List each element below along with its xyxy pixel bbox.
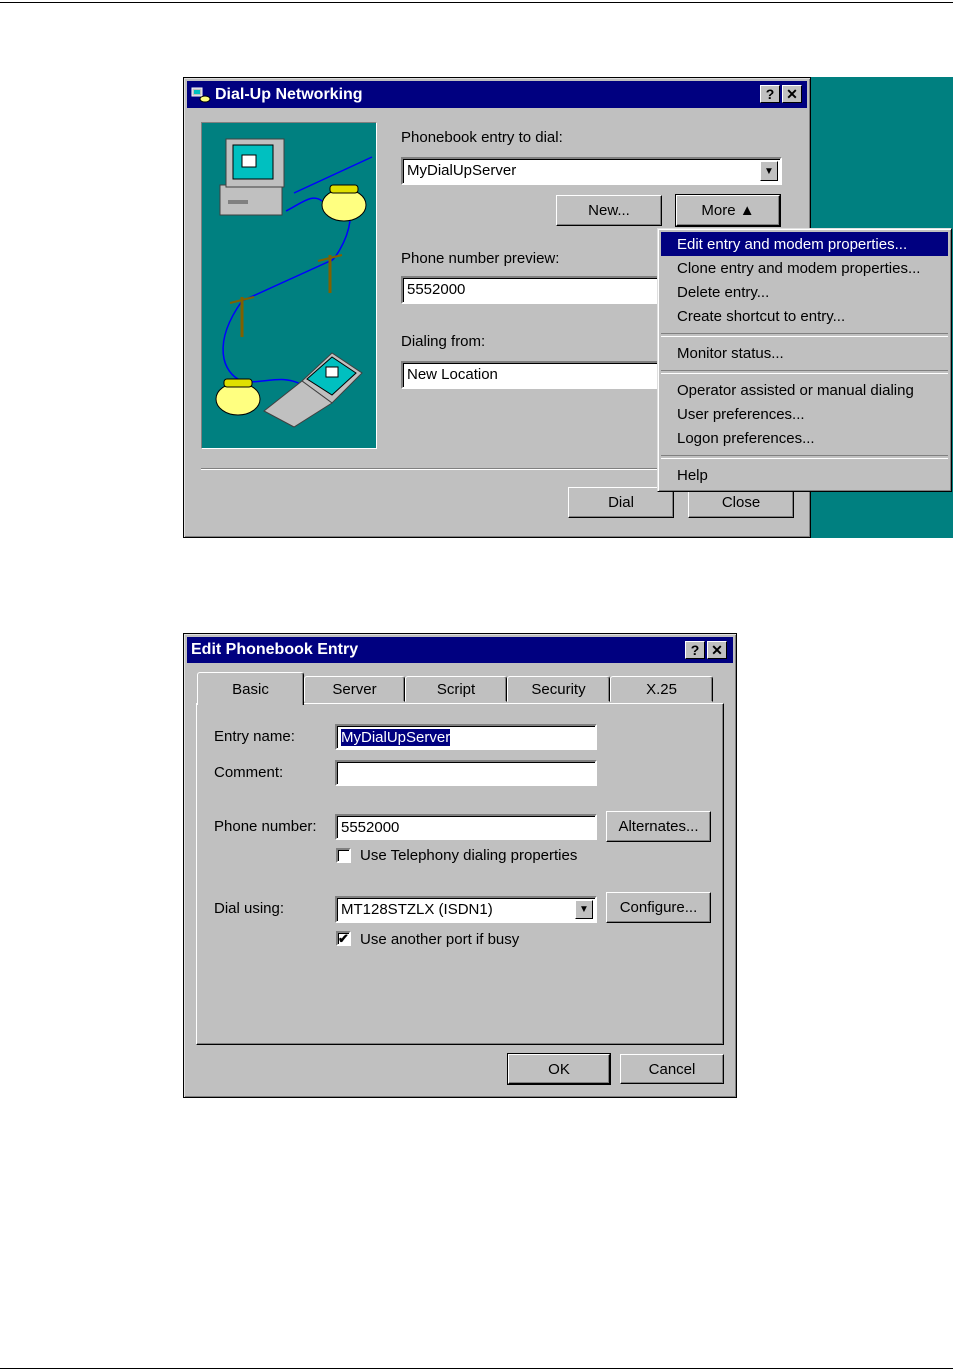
- menu-item-clone-entry[interactable]: Clone entry and modem properties...: [661, 256, 948, 280]
- menu-separator: [661, 455, 948, 459]
- tab-server[interactable]: Server: [304, 676, 405, 702]
- new-entry-button[interactable]: New...: [556, 195, 662, 226]
- dialup-window-title: Dial-Up Networking: [215, 85, 363, 103]
- entry-name-field[interactable]: MyDialUpServer: [335, 724, 597, 750]
- dialing-from-field[interactable]: New Location: [401, 361, 661, 389]
- dialup-help-button[interactable]: ?: [760, 85, 780, 103]
- edit-entry-title-bar[interactable]: Edit Phonebook Entry ? ✕: [187, 637, 733, 663]
- edit-entry-close-button[interactable]: ✕: [707, 641, 727, 659]
- another-port-checkbox-label[interactable]: Use another port if busy: [360, 931, 519, 948]
- dial-using-label: Dial using:: [214, 900, 285, 917]
- bottom-telephone-icon: [215, 378, 261, 416]
- menu-separator: [661, 333, 948, 337]
- alternates-button[interactable]: Alternates...: [606, 811, 711, 842]
- phonebook-entry-dropdown[interactable]: MyDialUpServer ▼: [401, 157, 782, 185]
- menu-item-help[interactable]: Help: [661, 463, 948, 487]
- another-port-checkbox[interactable]: ✔: [336, 931, 351, 946]
- menu-item-edit-entry[interactable]: Edit entry and modem properties...: [661, 232, 948, 256]
- entry-name-label: Entry name:: [214, 728, 295, 745]
- top-telephone-icon: [321, 184, 367, 222]
- phonebook-entry-value: MyDialUpServer: [407, 162, 517, 179]
- dialing-from-label: Dialing from:: [401, 333, 486, 350]
- edit-entry-window-title: Edit Phonebook Entry: [191, 641, 359, 658]
- menu-item-delete-entry[interactable]: Delete entry...: [661, 280, 948, 304]
- configure-button[interactable]: Configure...: [606, 892, 711, 923]
- menu-item-operator-assisted[interactable]: Operator assisted or manual dialing: [661, 378, 948, 402]
- phonebook-entry-label: Phonebook entry to dial:: [401, 129, 563, 146]
- tab-x25[interactable]: X.25: [610, 676, 713, 702]
- ok-button[interactable]: OK: [507, 1053, 611, 1085]
- dialup-title-bar[interactable]: Dial-Up Networking ? ✕: [187, 81, 807, 108]
- phone-preview-field[interactable]: 5552000: [401, 276, 661, 304]
- dial-using-dropdown[interactable]: MT128STZLX (ISDN1) ▼: [335, 896, 597, 923]
- tab-script[interactable]: Script: [405, 676, 507, 702]
- tab-panel-basic: [196, 703, 724, 1045]
- desktop-computer-icon: [219, 138, 285, 216]
- menu-item-create-shortcut[interactable]: Create shortcut to entry...: [661, 304, 948, 328]
- chevron-down-icon[interactable]: ▼: [575, 900, 593, 919]
- menu-item-logon-preferences[interactable]: Logon preferences...: [661, 426, 948, 450]
- phone-number-field[interactable]: 5552000: [335, 814, 597, 840]
- phone-number-label: Phone number:: [214, 818, 317, 835]
- cancel-button[interactable]: Cancel: [620, 1054, 724, 1084]
- menu-separator: [661, 370, 948, 374]
- edit-entry-help-button[interactable]: ?: [685, 641, 705, 659]
- telephony-checkbox[interactable]: [336, 848, 351, 863]
- phone-preview-label: Phone number preview:: [401, 250, 560, 267]
- network-illustration: [201, 122, 377, 449]
- entry-name-value: MyDialUpServer: [341, 729, 451, 746]
- more-button[interactable]: More ▲: [675, 194, 781, 227]
- menu-item-user-preferences[interactable]: User preferences...: [661, 402, 948, 426]
- chevron-down-icon[interactable]: ▼: [760, 161, 778, 181]
- page-bottom-rule: [0, 1368, 953, 1369]
- comment-label: Comment:: [214, 764, 284, 781]
- page-top-rule: [0, 2, 953, 3]
- laptop-computer-icon: [263, 352, 363, 428]
- dial-using-value: MT128STZLX (ISDN1): [341, 901, 493, 918]
- telephony-checkbox-label[interactable]: Use Telephony dialing properties: [360, 847, 577, 864]
- tab-security[interactable]: Security: [507, 676, 610, 702]
- utility-pole-icon: [229, 254, 343, 337]
- more-options-menu: Edit entry and modem properties... Clone…: [657, 228, 952, 492]
- comment-field[interactable]: [335, 760, 597, 786]
- dialup-app-icon: [191, 86, 211, 104]
- menu-item-monitor-status[interactable]: Monitor status...: [661, 341, 948, 365]
- edit-phonebook-entry-window: Edit Phonebook Entry ? ✕ Basic Server Sc…: [183, 633, 737, 1098]
- tab-basic[interactable]: Basic: [197, 672, 304, 705]
- dialup-close-button[interactable]: ✕: [782, 85, 802, 103]
